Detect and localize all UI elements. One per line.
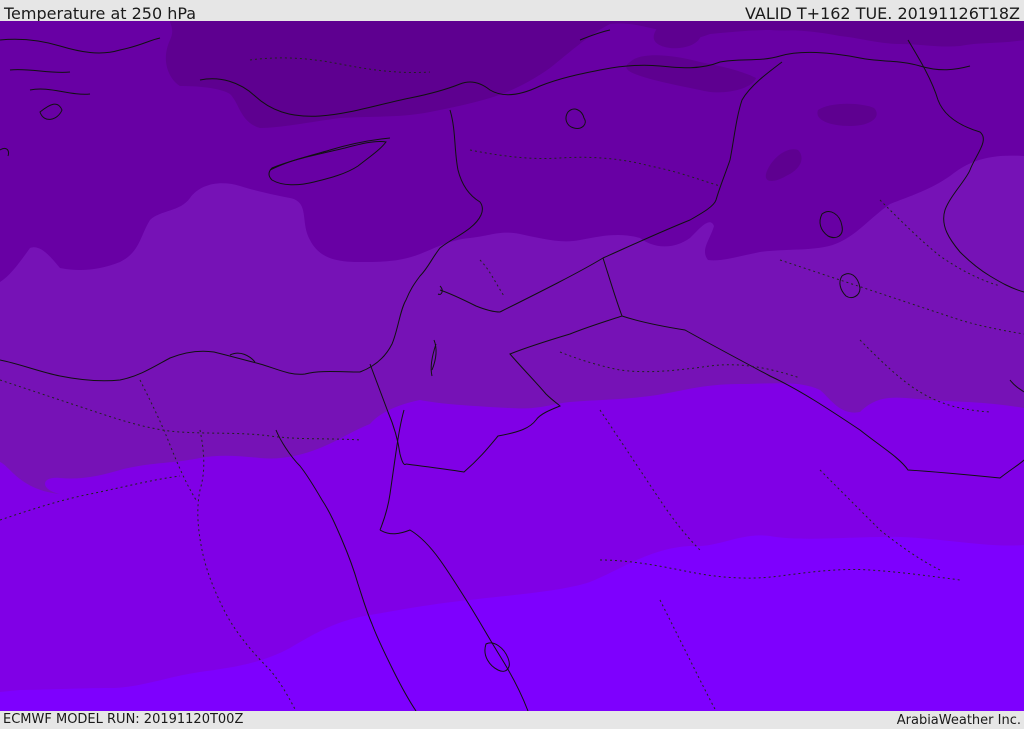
model-run: ECMWF MODEL RUN: 20191120T00Z (3, 712, 244, 727)
map-canvas (0, 21, 1024, 711)
credit-label: ArabiaWeather Inc. (896, 713, 1021, 728)
map-header: Temperature at 250 hPa VALID T+162 TUE. … (0, 0, 1024, 23)
map-footer: ECMWF MODEL RUN: 20191120T00Z ArabiaWeat… (0, 711, 1024, 729)
temperature-map (0, 21, 1024, 711)
